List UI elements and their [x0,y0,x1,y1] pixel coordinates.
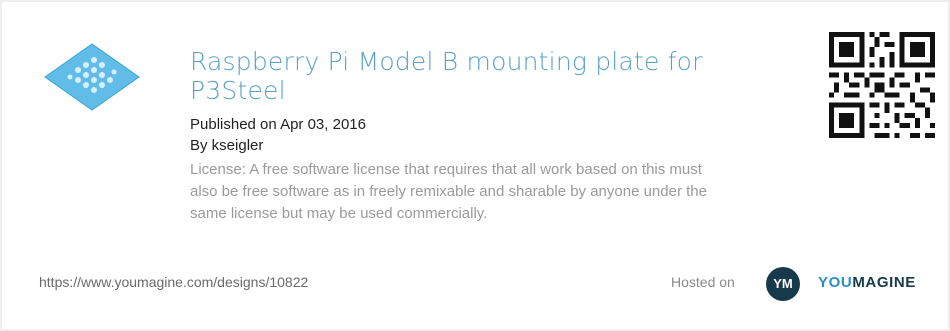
hosted-on-label: Hosted on [671,274,735,290]
logo-part-magine: MAGINE [852,274,916,291]
qr-code-icon [829,32,935,138]
youmagine-logo-badge[interactable]: YM [766,267,800,301]
logo-part-you: YOU [818,274,853,291]
embed-card: Raspberry Pi Model B mounting plate for … [0,0,950,331]
author-name: By kseigler [190,137,264,154]
design-url-link[interactable]: https://www.youmagine.com/designs/10822 [39,274,308,290]
design-title[interactable]: Raspberry Pi Model B mounting plate for … [190,47,750,105]
youmagine-logo-wordmark[interactable]: YOUMAGINE [818,274,916,291]
plate-thumbnail-icon[interactable] [42,42,142,112]
published-date: Published on Apr 03, 2016 [190,116,366,133]
license-text: License: A free software license that re… [190,161,707,222]
